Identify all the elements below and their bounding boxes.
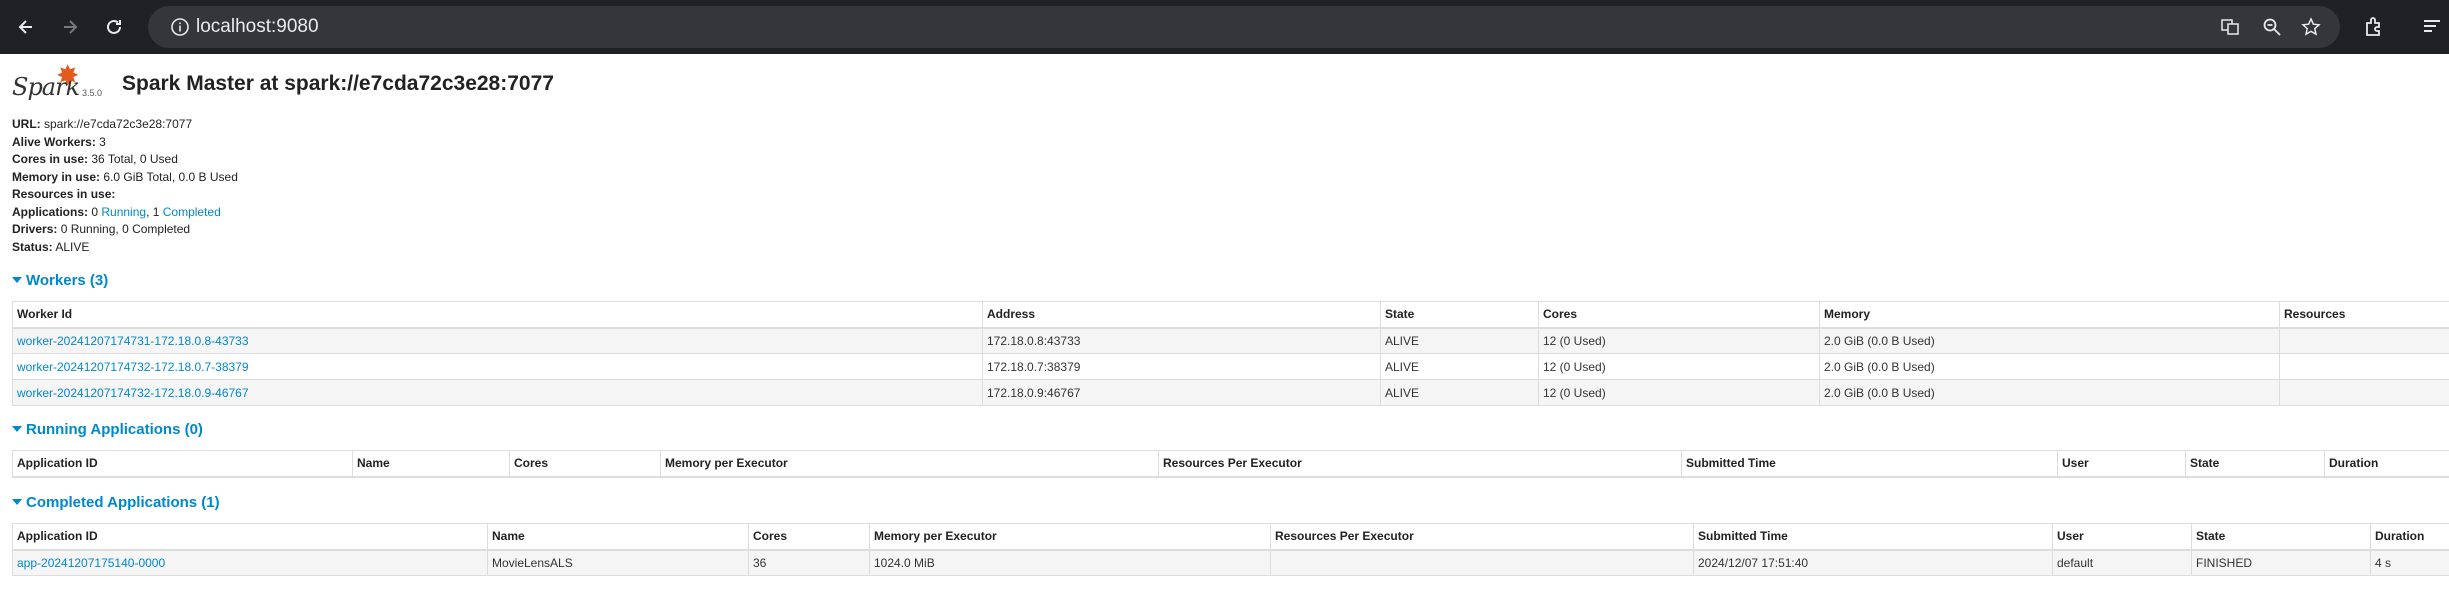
summary-status: Status: ALIVE [12,239,90,254]
column-header[interactable]: Cores [1538,301,1820,329]
reading-list-icon[interactable] [2420,15,2444,39]
table-cell: 2.0 GiB (0.0 B Used) [1819,379,2280,406]
spark-master-page: Spark ✸ 3.5.0 Spark Master at spark://e7… [0,54,2449,611]
summary-alive-workers: Alive Workers: 3 [12,134,106,149]
column-header[interactable]: Memory [1819,301,2280,329]
table-cell [2279,353,2449,380]
summary-memory: Memory in use: 6.0 GiB Total, 0.0 B Used [12,169,238,184]
running-apps-link[interactable]: Running [101,205,146,219]
completed-apps-table: Application ID Name Cores Memory per Exe… [12,523,2449,576]
completed-apps-section-toggle[interactable]: Completed Applications (1) [12,494,220,511]
table-header-row: Application ID Name Cores Memory per Exe… [12,450,2449,478]
collapse-triangle-icon [12,499,22,505]
column-header[interactable]: Name [487,523,749,551]
table-cell [2279,327,2449,354]
spark-logo[interactable]: Spark ✸ [12,60,90,103]
table-header-row: Application ID Name Cores Memory per Exe… [12,523,2449,551]
collapse-triangle-icon [12,426,22,432]
table-row: app-20241207175140-0000 MovieLensALS 36 … [12,549,2449,576]
table-cell: 12 (0 Used) [1538,353,1820,380]
column-header[interactable]: Application ID [12,523,488,551]
table-cell: 2.0 GiB (0.0 B Used) [1819,327,2280,354]
reload-button[interactable] [96,9,132,45]
info-icon[interactable] [170,17,190,37]
spark-star-icon: ✸ [56,60,80,91]
column-header[interactable]: Duration [2370,523,2449,551]
zoom-icon[interactable] [2262,17,2282,37]
column-header[interactable]: Submitted Time [1681,450,2058,478]
column-header[interactable]: Memory per Executor [660,450,1159,478]
column-header[interactable]: Submitted Time [1693,523,2053,551]
column-header[interactable]: Application ID [12,450,353,478]
table-cell [1270,549,1694,576]
table-cell: ALIVE [1380,327,1539,354]
column-header[interactable]: Resources Per Executor [1158,450,1682,478]
table-cell: FINISHED [2191,549,2371,576]
browser-toolbar: localhost:9080 [0,0,2449,54]
forward-button[interactable] [52,9,88,45]
column-header[interactable]: State [1380,301,1539,329]
back-button[interactable] [8,9,44,45]
table-cell: 12 (0 Used) [1538,379,1820,406]
column-header[interactable]: Cores [748,523,870,551]
workers-section-toggle[interactable]: Workers (3) [12,272,108,289]
table-cell: 12 (0 Used) [1538,327,1820,354]
table-cell: 36 [748,549,870,576]
column-header[interactable]: Worker Id [12,301,983,329]
column-header[interactable]: Name [352,450,510,478]
address-bar[interactable]: localhost:9080 [148,6,2340,48]
column-header[interactable]: Address [982,301,1381,329]
cluster-summary: URL: spark://e7cda72c3e28:7077 Alive Wor… [12,116,612,256]
app-link[interactable]: app-20241207175140-0000 [17,556,165,570]
column-header[interactable]: User [2052,523,2192,551]
worker-link[interactable]: worker-20241207174731-172.18.0.8-43733 [17,334,249,348]
column-header[interactable]: Duration [2324,450,2449,478]
worker-link[interactable]: worker-20241207174732-172.18.0.9-46767 [17,386,249,400]
table-cell: 2024/12/07 17:51:40 [1693,549,2053,576]
url-text[interactable]: localhost:9080 [196,16,319,38]
running-apps-table: Application ID Name Cores Memory per Exe… [12,450,2449,478]
page-title: Spark Master at spark://e7cda72c3e28:707… [122,72,554,95]
worker-link[interactable]: worker-20241207174732-172.18.0.7-38379 [17,360,249,374]
column-header[interactable]: Cores [509,450,661,478]
table-cell [2279,379,2449,406]
spark-version: 3.5.0 [82,88,103,98]
reload-icon [107,19,121,34]
completed-apps-link[interactable]: Completed [163,205,221,219]
workers-table: Worker Id Address State Cores Memory Res… [12,301,2449,406]
table-cell: 172.18.0.9:46767 [982,379,1381,406]
table-cell: 172.18.0.7:38379 [982,353,1381,380]
table-cell: ALIVE [1380,379,1539,406]
column-header[interactable]: State [2185,450,2325,478]
table-cell: MovieLensALS [487,549,749,576]
table-cell: 4 s [2370,549,2449,576]
extensions-icon[interactable] [2362,15,2386,39]
table-cell: 2.0 GiB (0.0 B Used) [1819,353,2280,380]
column-header[interactable]: User [2057,450,2186,478]
table-header-row: Worker Id Address State Cores Memory Res… [12,301,2449,329]
table-cell: 1024.0 MiB [869,549,1271,576]
bookmark-star-icon[interactable] [2301,17,2321,37]
column-header[interactable]: State [2191,523,2371,551]
summary-applications: Applications: 0 Running, 1 Completed [12,204,221,219]
table-row: worker-20241207174731-172.18.0.8-43733 1… [12,327,2449,354]
forward-arrow-icon [64,20,78,34]
summary-drivers: Drivers: 0 Running, 0 Completed [12,222,191,236]
collapse-triangle-icon [12,277,22,283]
translate-icon[interactable] [2220,17,2240,37]
table-row: worker-20241207174732-172.18.0.7-38379 1… [12,353,2449,380]
table-cell: ALIVE [1380,353,1539,380]
summary-cores: Cores in use: 36 Total, 0 Used [12,152,178,166]
column-header[interactable]: Memory per Executor [869,523,1271,551]
table-cell: 172.18.0.8:43733 [982,327,1381,354]
summary-resources: Resources in use: [12,187,116,201]
column-header[interactable]: Resources Per Executor [1270,523,1694,551]
summary-url: URL: spark://e7cda72c3e28:7077 [12,117,193,131]
table-cell: default [2052,549,2192,576]
column-header[interactable]: Resources [2279,301,2449,329]
back-arrow-icon [18,20,32,34]
running-apps-section-toggle[interactable]: Running Applications (0) [12,421,203,438]
table-row: worker-20241207174732-172.18.0.9-46767 1… [12,379,2449,406]
